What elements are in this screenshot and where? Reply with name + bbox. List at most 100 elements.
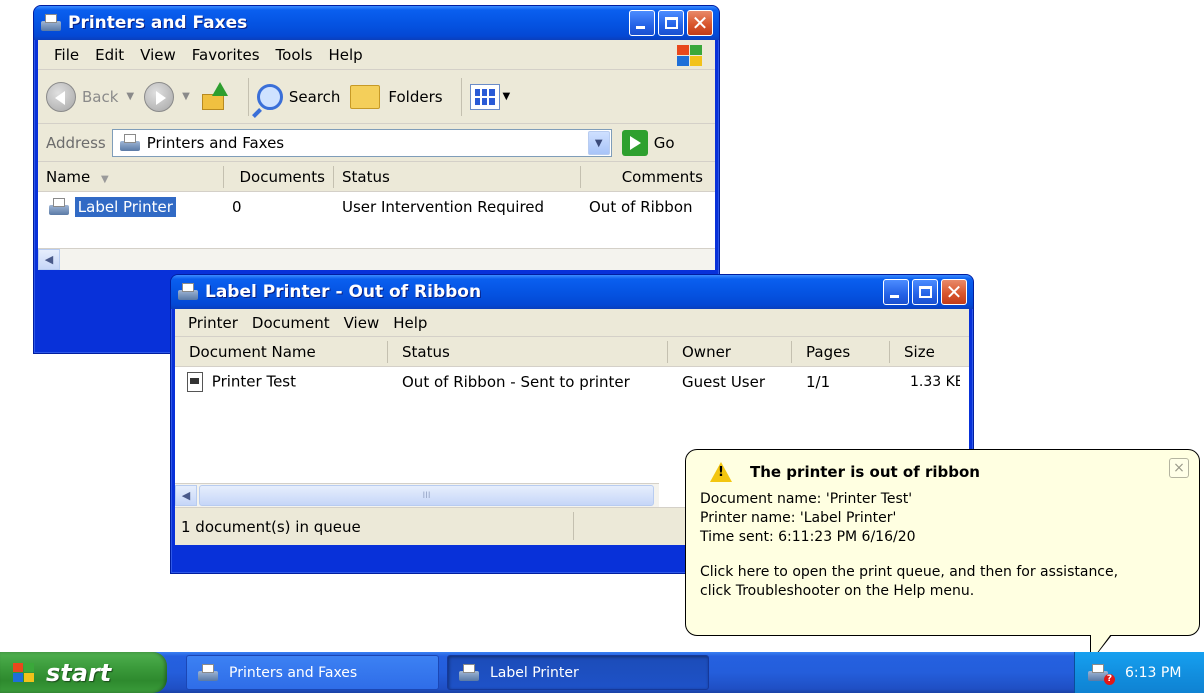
column-comments[interactable]: Comments — [581, 166, 711, 188]
column-pages[interactable]: Pages — [792, 340, 890, 363]
balloon-time-sent: Time sent: 6:11:23 PM 6/16/20 — [700, 529, 916, 545]
column-status[interactable]: Status — [388, 340, 668, 363]
balloon-title: The printer is out of ribbon — [750, 463, 980, 481]
maximize-icon — [919, 286, 932, 298]
window-title: Printers and Faxes — [68, 13, 248, 33]
menu-edit[interactable]: Edit — [87, 46, 132, 64]
job-owner: Guest User — [682, 373, 766, 391]
windows-logo-icon — [12, 662, 36, 684]
close-button[interactable]: ✕ — [941, 279, 967, 305]
menu-document[interactable]: Document — [245, 314, 337, 332]
title-bar[interactable]: Label Printer - Out of Ribbon ✕ — [171, 275, 973, 309]
menu-help[interactable]: Help — [321, 46, 371, 64]
menu-tools[interactable]: Tools — [268, 46, 321, 64]
minimize-button[interactable] — [629, 10, 655, 36]
job-pages: 1/1 — [806, 373, 831, 391]
chevron-down-icon: ▼ — [182, 91, 190, 102]
start-button[interactable]: start — [0, 652, 167, 693]
back-label: Back — [82, 87, 119, 106]
go-button[interactable]: Go — [621, 129, 675, 156]
menu-bar: Printer Document View Help — [175, 309, 969, 337]
warning-icon: ! — [710, 462, 732, 482]
menu-help[interactable]: Help — [386, 314, 434, 332]
printers-folder-icon — [197, 663, 219, 683]
printer-alert-icon[interactable]: ? — [1087, 663, 1115, 685]
taskbar: start Printers and Faxes Label Printer ?… — [0, 652, 1204, 693]
sort-arrow-icon: ▼ — [101, 173, 109, 185]
column-size[interactable]: Size — [890, 341, 960, 363]
taskbar-button-label: Label Printer — [490, 664, 579, 681]
scroll-thumb[interactable]: III — [199, 485, 654, 506]
forward-arrow-icon — [144, 81, 175, 112]
horizontal-scrollbar[interactable]: ◀ III — [175, 483, 659, 507]
up-folder-button[interactable] — [200, 81, 230, 112]
menu-printer[interactable]: Printer — [181, 314, 245, 332]
back-button[interactable]: Back ▼ — [46, 81, 135, 112]
taskbar-button-label: Printers and Faxes — [229, 664, 358, 681]
column-header: Name ▼ Documents Status Comments — [38, 162, 715, 192]
printers-folder-icon — [119, 133, 141, 153]
printer-notification-balloon[interactable]: × ! The printer is out of ribbon Documen… — [685, 449, 1200, 663]
menu-bar: File Edit View Favorites Tools Help — [38, 40, 715, 70]
balloon-document-name: Document name: 'Printer Test' — [700, 491, 913, 507]
address-bar: Address Printers and Faxes ▼ Go — [38, 124, 715, 162]
search-button[interactable]: Search — [256, 83, 340, 110]
table-row[interactable]: Printer Test Out of Ribbon - Sent to pri… — [175, 367, 969, 397]
balloon-help-line-2: click Troubleshooter on the Help menu. — [700, 583, 975, 599]
printers-folder-icon — [40, 13, 62, 33]
job-status: Out of Ribbon - Sent to printer — [402, 373, 630, 391]
job-document-name: Printer Test — [211, 372, 296, 391]
go-arrow-icon — [621, 129, 648, 156]
balloon-help-line-1: Click here to open the print queue, and … — [700, 564, 1119, 580]
go-label: Go — [653, 133, 675, 152]
folders-button[interactable]: Folders — [350, 84, 443, 109]
scroll-left-icon[interactable]: ◀ — [175, 485, 197, 506]
folders-label: Folders — [388, 87, 443, 106]
up-folder-icon — [200, 81, 230, 112]
menu-view[interactable]: View — [337, 314, 387, 332]
forward-button[interactable]: ▼ — [144, 81, 190, 112]
start-label: start — [46, 658, 112, 687]
job-size: 1.33 KE — [910, 374, 960, 390]
close-icon[interactable]: × — [1169, 458, 1189, 478]
menu-file[interactable]: File — [46, 46, 87, 64]
folders-icon — [350, 84, 381, 109]
window-title: Label Printer - Out of Ribbon — [205, 282, 482, 302]
scroll-left-icon[interactable]: ◀ — [38, 249, 60, 270]
printer-comments: Out of Ribbon — [589, 198, 693, 216]
list-item[interactable]: Label Printer 0 User Intervention Requir… — [38, 192, 715, 222]
column-documents[interactable]: Documents — [224, 165, 334, 188]
menu-view[interactable]: View — [132, 46, 184, 64]
views-icon — [469, 83, 500, 110]
column-header: Document Name Status Owner Pages Size — [175, 337, 969, 367]
chevron-down-icon: ▼ — [126, 91, 135, 102]
horizontal-scrollbar[interactable]: ◀ — [38, 248, 715, 270]
taskbar-button-printers-and-faxes[interactable]: Printers and Faxes — [186, 655, 439, 690]
taskbar-button-label-printer[interactable]: Label Printer — [447, 655, 709, 690]
minimize-button[interactable] — [883, 279, 909, 305]
back-arrow-icon — [46, 81, 76, 112]
printer-name: Label Printer — [74, 197, 176, 217]
system-tray: ? 6:13 PM — [1074, 652, 1204, 693]
column-name[interactable]: Name ▼ — [38, 165, 224, 188]
menu-favorites[interactable]: Favorites — [184, 46, 268, 64]
close-button[interactable]: ✕ — [687, 10, 713, 36]
address-input[interactable]: Printers and Faxes ▼ — [111, 128, 612, 157]
printer-documents: 0 — [232, 198, 242, 216]
column-document-name[interactable]: Document Name — [175, 340, 388, 363]
minimize-icon — [890, 295, 899, 298]
printer-icon — [458, 663, 480, 683]
views-button[interactable]: ▼ — [469, 83, 510, 110]
address-value: Printers and Faxes — [146, 133, 285, 152]
column-status[interactable]: Status — [334, 165, 581, 188]
chevron-down-icon[interactable]: ▼ — [587, 130, 610, 155]
search-icon — [256, 83, 283, 110]
maximize-button[interactable] — [912, 279, 938, 305]
maximize-button[interactable] — [658, 10, 684, 36]
toolbar: Back ▼ ▼ Search Folders ▼ — [38, 70, 715, 124]
title-bar[interactable]: Printers and Faxes ✕ — [34, 6, 719, 40]
column-owner[interactable]: Owner — [668, 340, 792, 363]
maximize-icon — [665, 17, 678, 29]
printer-status: User Intervention Required — [342, 198, 545, 216]
clock[interactable]: 6:13 PM — [1125, 665, 1181, 681]
